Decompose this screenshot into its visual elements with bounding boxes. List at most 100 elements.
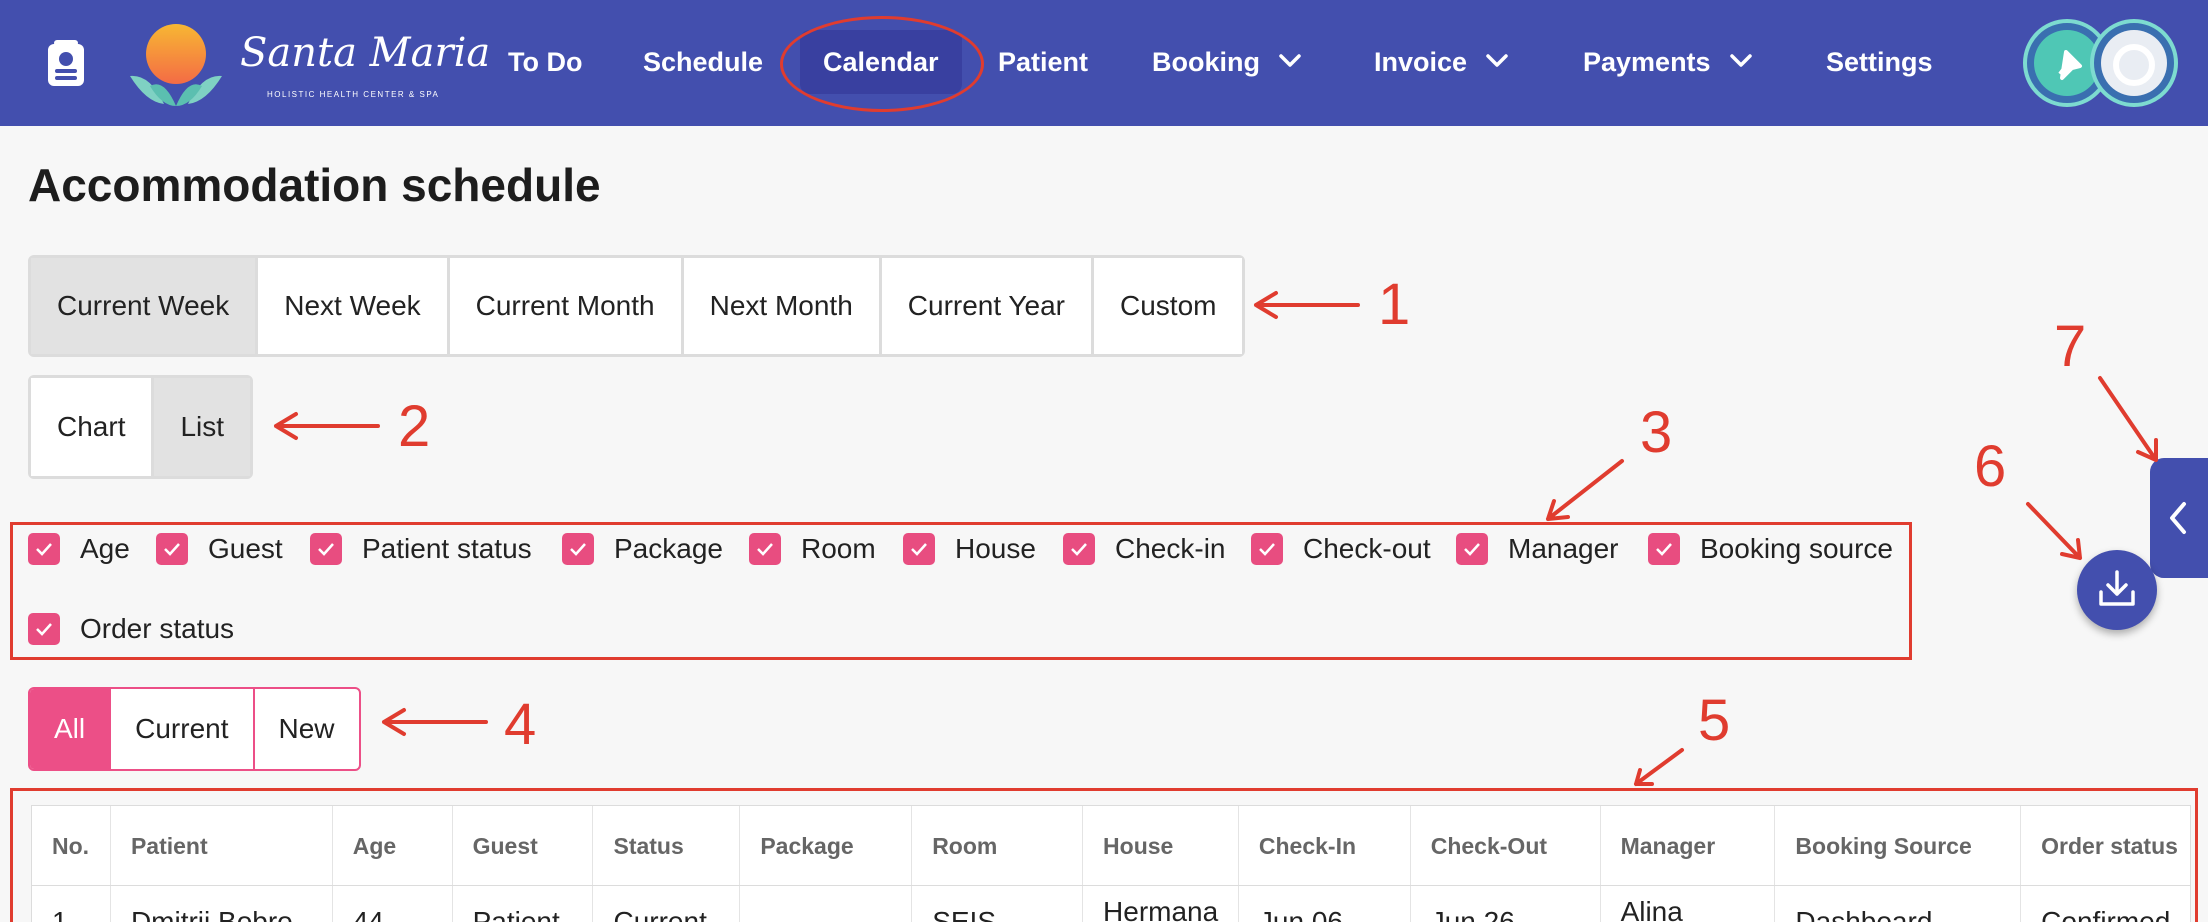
nav-item-booking[interactable]: Booking <box>1152 0 1302 126</box>
nav-item-patient[interactable]: Patient <box>998 0 1088 126</box>
chevron-left-icon <box>2170 502 2186 534</box>
chevron-down-icon <box>1729 54 1752 67</box>
nav-item-label: Schedule <box>643 47 764 77</box>
nav-item-label: Patient <box>998 47 1089 77</box>
filter-checkbox-check-in[interactable]: Check-in <box>1063 533 1225 565</box>
nav-item-label: Payments <box>1583 47 1711 77</box>
table-row[interactable]: 1 Dmitrii Bobro 44 Patient Current SEIS … <box>32 886 2190 922</box>
table-cell: Patient <box>453 886 594 922</box>
filter-checkbox-house[interactable]: House <box>903 533 1036 565</box>
status-option-all[interactable]: All <box>30 689 112 769</box>
nav-item-label: To Do <box>508 47 583 77</box>
table-header[interactable]: House <box>1083 806 1239 885</box>
nav-item-payments[interactable]: Payments <box>1583 0 1753 126</box>
filter-checkbox-age[interactable]: Age <box>28 533 130 565</box>
table-cell: Current <box>593 886 741 922</box>
period-option-current-week[interactable]: Current Week <box>31 258 259 354</box>
period-option-current-year[interactable]: Current Year <box>881 258 1094 354</box>
table-header[interactable]: Check-In <box>1239 806 1411 885</box>
filter-checkbox-patient-status[interactable]: Patient status <box>310 533 532 565</box>
annotation-number-6: 6 <box>1974 434 2007 499</box>
status-option-new[interactable]: New <box>255 689 359 769</box>
annotation-number-3: 3 <box>1640 400 1673 465</box>
filter-label: House <box>955 533 1036 564</box>
filter-label: Manager <box>1508 533 1619 564</box>
annotation-number-2: 2 <box>398 394 431 459</box>
status-option-current[interactable]: Current <box>111 689 255 769</box>
nav-item-schedule[interactable]: Schedule <box>643 0 763 126</box>
annotation-number-5: 5 <box>1698 688 1731 753</box>
view-toggle: Chart List <box>28 375 254 479</box>
annotation-arrow-6 <box>2026 502 2082 560</box>
period-option-custom[interactable]: Custom <box>1094 258 1243 354</box>
table-cell: Dashboard <box>1775 886 2022 922</box>
check-icon[interactable] <box>156 533 188 565</box>
annotation-circle-calendar <box>780 16 984 112</box>
annotation-arrow-1 <box>1254 291 1360 319</box>
table-header[interactable]: Manager <box>1601 806 1776 885</box>
table-header[interactable]: Status <box>593 806 741 885</box>
filter-label: Guest <box>208 533 283 564</box>
table-header[interactable]: Package <box>740 806 913 885</box>
nav-item-label: Settings <box>1826 47 1933 77</box>
top-navbar: Santa Maria HOLISTIC HEALTH CENTER & SPA… <box>0 0 2208 126</box>
schedule-table-box: No. Patient Age Guest Status Package Roo… <box>10 788 2198 922</box>
annotation-arrow-4 <box>382 708 488 736</box>
filter-checkbox-booking-source[interactable]: Booking source <box>1648 533 1893 565</box>
nav-item-label: Invoice <box>1374 47 1468 77</box>
filter-checkbox-order-status[interactable]: Order status <box>28 613 234 645</box>
table-header[interactable]: Patient <box>111 806 333 885</box>
check-icon[interactable] <box>749 533 781 565</box>
table-header[interactable]: Guest <box>453 806 594 885</box>
view-option-chart[interactable]: Chart <box>31 378 155 476</box>
chevron-down-icon <box>1279 54 1301 67</box>
table-cell: Confirmed <box>2041 906 2171 922</box>
nav-item-invoice[interactable]: Invoice <box>1374 0 1509 126</box>
table-cell: Alina <box>1601 886 1776 922</box>
nav-item-todo[interactable]: To Do <box>508 0 582 126</box>
page-title: Accommodation schedule <box>28 159 601 211</box>
check-icon[interactable] <box>562 533 594 565</box>
side-panel-toggle[interactable] <box>2150 458 2208 578</box>
check-icon[interactable] <box>903 533 935 565</box>
table-cell: 44 <box>333 886 453 922</box>
nav-item-settings[interactable]: Settings <box>1826 0 1933 126</box>
filter-label: Booking source <box>1700 533 1894 564</box>
table-header[interactable]: No. <box>32 806 111 885</box>
table-cell <box>740 886 913 922</box>
table-header[interactable]: Room <box>912 806 1084 885</box>
filter-checkbox-manager[interactable]: Manager <box>1456 533 1619 565</box>
table-header[interactable]: Age <box>333 806 453 885</box>
table-header[interactable]: Booking Source <box>1775 806 2022 885</box>
check-icon[interactable] <box>1456 533 1488 565</box>
check-icon[interactable] <box>28 613 60 645</box>
annotation-number-1: 1 <box>1378 272 1411 337</box>
period-option-next-week[interactable]: Next Week <box>258 258 450 354</box>
table-cell: Dmitrii Bobro <box>111 886 333 922</box>
period-option-next-month[interactable]: Next Month <box>683 258 882 354</box>
filter-checkbox-package[interactable]: Package <box>562 533 723 565</box>
table-header[interactable]: Order status <box>2021 806 2190 885</box>
patient-status-toggle: All Current New <box>28 687 361 771</box>
period-option-current-month[interactable]: Current Month <box>449 258 684 354</box>
filter-checkbox-check-out[interactable]: Check-out <box>1251 533 1431 565</box>
check-icon[interactable] <box>1251 533 1283 565</box>
filter-checkbox-room[interactable]: Room <box>749 533 876 565</box>
filter-checkbox-guest[interactable]: Guest <box>156 533 283 565</box>
check-icon[interactable] <box>1063 533 1095 565</box>
download-icon <box>2099 570 2135 606</box>
brand-subtitle: HOLISTIC HEALTH CENTER & SPA <box>267 90 440 99</box>
annotation-arrow-3 <box>1546 459 1624 521</box>
user-avatars <box>2023 19 2178 107</box>
check-icon[interactable] <box>1648 533 1680 565</box>
table-header[interactable]: Check-Out <box>1411 806 1601 885</box>
filter-label: Package <box>614 533 723 564</box>
filter-label: Order status <box>80 613 235 644</box>
check-icon[interactable] <box>310 533 342 565</box>
view-option-list[interactable]: List <box>154 378 251 476</box>
check-icon[interactable] <box>28 533 60 565</box>
table-cell: Jun 06 <box>1239 886 1411 922</box>
contact-card-icon[interactable] <box>40 38 92 90</box>
avatar[interactable] <box>2101 30 2167 96</box>
table-cell: SEIS <box>912 886 1084 922</box>
